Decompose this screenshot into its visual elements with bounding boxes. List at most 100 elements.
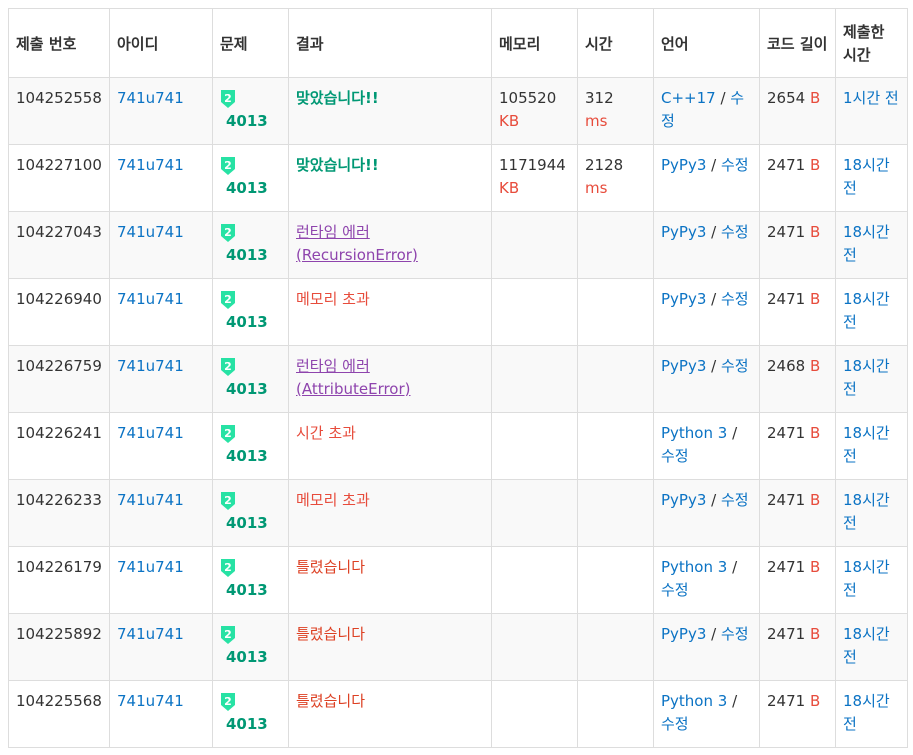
header-submitted-at: 제출한 시간: [835, 8, 908, 78]
table-row: 104226940 741u741 2 4013 메모리 초과 PyPy3 / 수…: [8, 278, 908, 346]
problem-link[interactable]: 4013: [220, 110, 281, 133]
language-link[interactable]: C++17: [661, 89, 716, 107]
submission-id: 104226241: [8, 412, 110, 480]
user-link[interactable]: 741u741: [117, 156, 184, 174]
tier-level-text: 2: [224, 628, 232, 641]
language-link[interactable]: Python 3: [661, 558, 727, 576]
submitted-time-link[interactable]: 18시간 전: [843, 491, 890, 532]
problem-link[interactable]: 4013: [220, 512, 281, 535]
edit-link[interactable]: 수정: [721, 625, 749, 643]
user-link[interactable]: 741u741: [117, 89, 184, 107]
edit-link[interactable]: 수정: [661, 447, 689, 465]
tier-badge-icon: 2: [220, 693, 236, 711]
tier-level-text: 2: [224, 226, 232, 239]
header-user-id: 아이디: [109, 8, 213, 78]
tier-badge-icon: 2: [220, 492, 236, 510]
table-row: 104227043 741u741 2 4013 런타임 에러 (Recursio…: [8, 211, 908, 279]
memory-unit: KB: [499, 112, 520, 130]
memory-unit: KB: [499, 179, 520, 197]
language-link[interactable]: PyPy3: [661, 290, 706, 308]
language-link[interactable]: Python 3: [661, 692, 727, 710]
tier-level-text: 2: [224, 360, 232, 373]
code-length-unit: B: [809, 491, 821, 509]
edit-link[interactable]: 수정: [661, 715, 689, 733]
submitted-time-link[interactable]: 18시간 전: [843, 625, 890, 666]
result-text: 시간 초과: [296, 424, 356, 442]
language-link[interactable]: PyPy3: [661, 223, 706, 241]
time-value: 2128: [585, 156, 624, 174]
submission-id: 104226759: [8, 345, 110, 413]
result-link[interactable]: 런타임 에러 (RecursionError): [296, 223, 418, 264]
submission-id: 104227043: [8, 211, 110, 279]
table-row: 104225568 741u741 2 4013 틀렸습니다 Python 3 /…: [8, 680, 908, 748]
submission-id: 104226233: [8, 479, 110, 547]
result-link[interactable]: 런타임 에러 (AttributeError): [296, 357, 411, 398]
language-link[interactable]: PyPy3: [661, 491, 706, 509]
result-text: 틀렸습니다: [296, 692, 366, 710]
table-header-row: 제출 번호 아이디 문제 결과 메모리 시간 언어 코드 길이 제출한 시간: [8, 8, 908, 78]
edit-link[interactable]: 수정: [721, 156, 749, 174]
submitted-time-link[interactable]: 18시간 전: [843, 558, 890, 599]
result-text: 맞았습니다!!: [296, 156, 379, 174]
submitted-time-link[interactable]: 18시간 전: [843, 156, 890, 197]
submitted-time-link[interactable]: 1시간 전: [843, 89, 899, 107]
edit-link[interactable]: 수정: [721, 290, 749, 308]
user-link[interactable]: 741u741: [117, 357, 184, 375]
edit-link[interactable]: 수정: [721, 357, 749, 375]
tier-level-text: 2: [224, 561, 232, 574]
language-link[interactable]: Python 3: [661, 424, 727, 442]
language-link[interactable]: PyPy3: [661, 357, 706, 375]
result-text: 틀렸습니다: [296, 625, 366, 643]
language-link[interactable]: PyPy3: [661, 156, 706, 174]
tier-level-text: 2: [224, 494, 232, 507]
tier-badge-icon: 2: [220, 626, 236, 644]
user-link[interactable]: 741u741: [117, 558, 184, 576]
language-link[interactable]: PyPy3: [661, 625, 706, 643]
code-length-unit: B: [809, 558, 821, 576]
code-length-unit: B: [809, 89, 821, 107]
header-submission-id: 제출 번호: [8, 8, 110, 78]
tier-level-text: 2: [224, 695, 232, 708]
edit-link[interactable]: 수정: [661, 581, 689, 599]
submitted-time-link[interactable]: 18시간 전: [843, 290, 890, 331]
user-link[interactable]: 741u741: [117, 692, 184, 710]
problem-link[interactable]: 4013: [220, 445, 281, 468]
tier-badge-icon: 2: [220, 224, 236, 242]
code-length-value: 2471: [767, 223, 806, 241]
submitted-time-link[interactable]: 18시간 전: [843, 424, 890, 465]
user-link[interactable]: 741u741: [117, 625, 184, 643]
header-problem: 문제: [212, 8, 289, 78]
problem-link[interactable]: 4013: [220, 713, 281, 736]
code-length-value: 2654: [767, 89, 806, 107]
submission-id: 104226179: [8, 546, 110, 614]
code-length-unit: B: [809, 692, 821, 710]
code-length-value: 2471: [767, 692, 806, 710]
table-row: 104225892 741u741 2 4013 틀렸습니다 PyPy3 / 수정…: [8, 613, 908, 681]
memory-value: 1171944: [499, 156, 566, 174]
submission-id: 104225568: [8, 680, 110, 748]
code-length-unit: B: [809, 625, 821, 643]
user-link[interactable]: 741u741: [117, 223, 184, 241]
tier-level-text: 2: [224, 293, 232, 306]
problem-link[interactable]: 4013: [220, 378, 281, 401]
user-link[interactable]: 741u741: [117, 290, 184, 308]
submission-status-table: 제출 번호 아이디 문제 결과 메모리 시간 언어 코드 길이 제출한 시간 1…: [8, 8, 908, 748]
submitted-time-link[interactable]: 18시간 전: [843, 223, 890, 264]
edit-link[interactable]: 수정: [721, 491, 749, 509]
user-link[interactable]: 741u741: [117, 424, 184, 442]
code-length-unit: B: [809, 424, 821, 442]
code-length-value: 2471: [767, 424, 806, 442]
tier-level-text: 2: [224, 159, 232, 172]
problem-link[interactable]: 4013: [220, 579, 281, 602]
problem-link[interactable]: 4013: [220, 311, 281, 334]
submitted-time-link[interactable]: 18시간 전: [843, 357, 890, 398]
submitted-time-link[interactable]: 18시간 전: [843, 692, 890, 733]
problem-link[interactable]: 4013: [220, 177, 281, 200]
header-language: 언어: [653, 8, 760, 78]
edit-link[interactable]: 수정: [721, 223, 749, 241]
submission-id: 104227100: [8, 144, 110, 212]
user-link[interactable]: 741u741: [117, 491, 184, 509]
problem-link[interactable]: 4013: [220, 646, 281, 669]
header-code-length: 코드 길이: [759, 8, 836, 78]
problem-link[interactable]: 4013: [220, 244, 281, 267]
